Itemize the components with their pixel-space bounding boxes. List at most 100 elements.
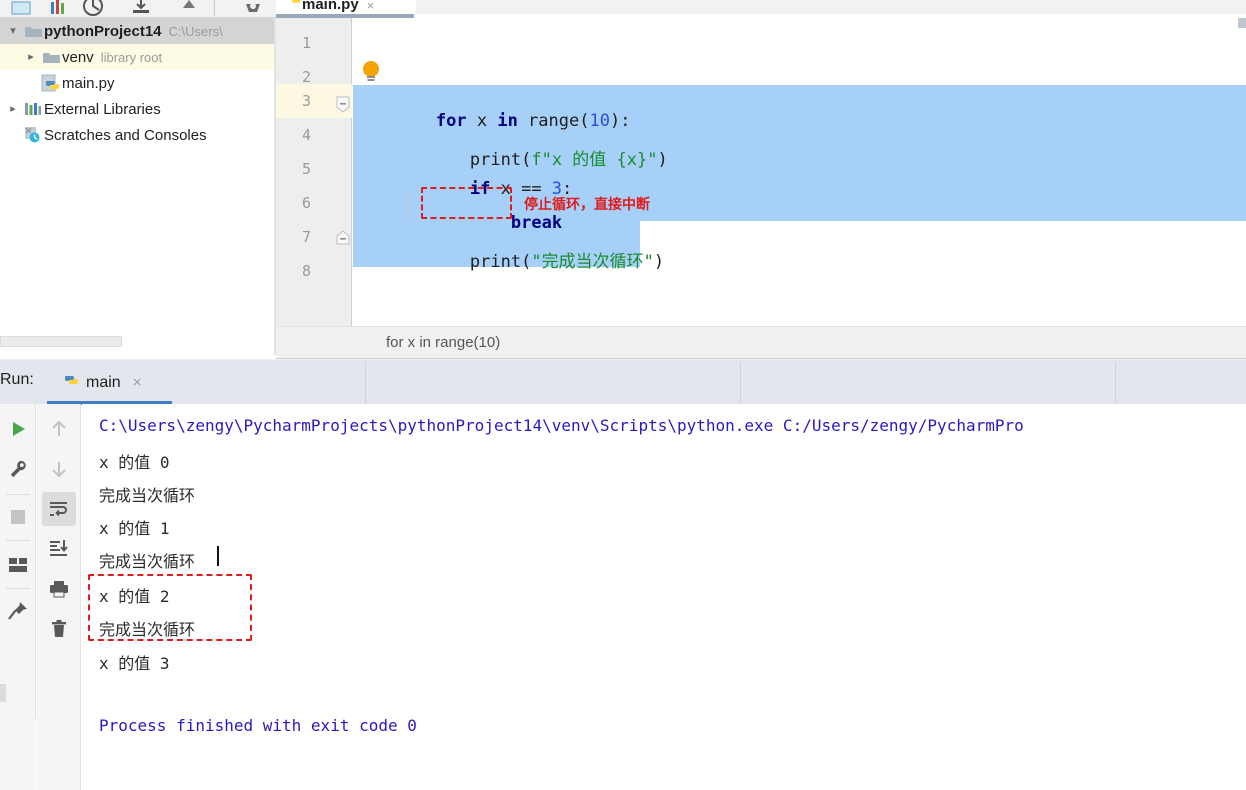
close-icon[interactable]: × [367,0,375,13]
sidebar-item-tag: library root [100,49,163,65]
console-line: 完成当次循环 [99,552,196,571]
code-line-7: print("完成当次循环") [388,227,664,292]
open-file-icon[interactable] [10,0,32,17]
soft-wrap-button[interactable] [42,492,76,526]
toolbar-separator [6,494,30,495]
line-number: 7 [301,228,311,246]
toolbar-separator [6,540,30,541]
project-tool-window[interactable]: ▾ pythonProject14 C:\Users\ ▸ venv libra… [0,18,276,355]
folder-icon [40,50,62,65]
line-number: 1 [301,34,311,52]
editor-gutter[interactable]: 1 2 3 4 5 6 7 8 [276,18,352,326]
break-annotation-box [421,187,512,219]
line-number: 8 [301,262,311,280]
breadcrumb[interactable]: for x in range(10) [386,334,500,351]
code-fold-end-icon[interactable] [336,230,350,246]
libraries-icon [22,100,44,118]
scroll-down-button[interactable] [42,452,76,486]
run-tabbar-divider [1115,362,1116,405]
tool-window-stripe[interactable] [0,684,6,702]
line-number: 6 [301,194,311,212]
sidebar-item-label: venv [62,48,94,66]
toolbar-separator [6,588,30,589]
scroll-up-button[interactable] [42,412,76,446]
console-annotation-box [88,574,252,641]
string-literal: 完成当次循环 [541,252,644,272]
line-number: 4 [301,126,311,144]
quote-open: " [531,252,542,272]
pin-tab-button[interactable] [1,594,35,628]
line-number: 2 [301,68,311,86]
scratches-icon [22,125,44,145]
quote-close: " [643,252,654,272]
settings-gear-icon[interactable] [240,0,266,17]
console-line: x 的值 3 [99,654,170,673]
chevron-right-icon[interactable]: ▸ [4,103,22,115]
main-toolbar [0,0,276,18]
editor-tab-label: main.py [302,0,359,13]
code-fold-collapse-icon[interactable] [336,96,350,113]
sidebar-item-venv[interactable]: ▸ venv library root [0,44,276,70]
code-text-area[interactable]: for x in range(10): print(f"x 的值 {x}") i… [353,18,1246,326]
close-icon[interactable]: × [133,374,142,391]
python-file-icon [284,0,302,13]
sidebar-item-main-py[interactable]: main.py [0,70,276,96]
chevron-right-icon[interactable]: ▸ [22,51,40,63]
console-line: x 的值 0 [99,453,170,472]
sidebar-item-path: C:\Users\ [168,23,223,39]
run-tool-window: Run: main × C:\Users\zengy\PycharmProjec… [0,359,1246,790]
sidebar-item-label: main.py [62,74,115,92]
call-print: print( [469,252,532,272]
editor-vertical-scrollbar[interactable] [1238,18,1246,28]
edit-configurations-button[interactable] [1,452,35,486]
clear-all-button[interactable] [42,612,76,646]
run-tab-main[interactable]: main × [38,360,183,405]
sidebar-item-label: pythonProject14 [44,22,162,40]
commit-icon[interactable] [128,0,154,17]
bar-chart-icon[interactable] [48,0,68,17]
python-file-icon [60,370,82,395]
sidebar-item-label: External Libraries [44,100,161,118]
push-icon[interactable] [178,0,200,17]
sidebar-item-external-libraries[interactable]: ▸ External Libraries [0,96,276,122]
console-line: 完成当次循环 [99,486,196,505]
python-file-icon [40,73,62,93]
layout-button[interactable] [1,548,35,582]
run-window-label: Run: [0,371,34,388]
console-line: Process finished with exit code 0 [99,716,417,735]
line-number: 3 [301,92,311,110]
project-horizontal-scrollbar[interactable] [0,336,122,347]
sidebar-item-label: Scratches and Consoles [44,126,207,144]
pycharm-window: ▾ pythonProject14 C:\Users\ ▸ venv libra… [0,0,1246,790]
sidebar-item-scratches-and-consoles[interactable]: Scratches and Consoles [0,122,276,148]
line4-tail: ) [657,150,668,170]
line-number: 5 [301,160,311,178]
run-controls-toolbar [0,404,36,790]
console-line: C:\Users\zengy\PycharmProjects\pythonPro… [99,416,1024,435]
folder-icon [22,24,44,39]
text-caret [217,546,219,566]
intention-bulb-icon[interactable] [360,58,382,89]
run-tab-label: main [86,373,121,391]
run-tabbar-divider [365,362,366,405]
sidebar-item-pythonproject14[interactable]: ▾ pythonProject14 C:\Users\ [0,18,276,44]
vcs-update-icon[interactable] [80,0,106,17]
stop-button[interactable] [1,500,35,534]
print-button[interactable] [42,572,76,606]
console-output[interactable]: C:\Users\zengy\PycharmProjects\pythonPro… [82,404,1246,790]
scroll-to-end-button[interactable] [42,532,76,566]
line7-tail: ) [653,252,665,272]
console-line: x 的值 1 [99,519,170,538]
breadcrumb-bar: for x in range(10) [276,326,1246,359]
rerun-button[interactable] [1,412,35,446]
toolbar-divider [214,0,215,16]
chevron-down-icon[interactable]: ▾ [4,25,22,37]
editor: main.py × 1 2 3 4 5 6 7 8 for x in range… [276,0,1246,326]
quote-close: " [647,150,658,170]
editor-tab-main-py[interactable]: main.py × [276,0,416,14]
toolbar-bottom-filler [0,718,36,790]
break-annotation-text: 停止循环，直接中断 [524,197,650,213]
run-tabbar: Run: main × [0,359,1246,405]
console-controls-toolbar [37,404,81,790]
run-tabbar-divider [740,362,741,405]
